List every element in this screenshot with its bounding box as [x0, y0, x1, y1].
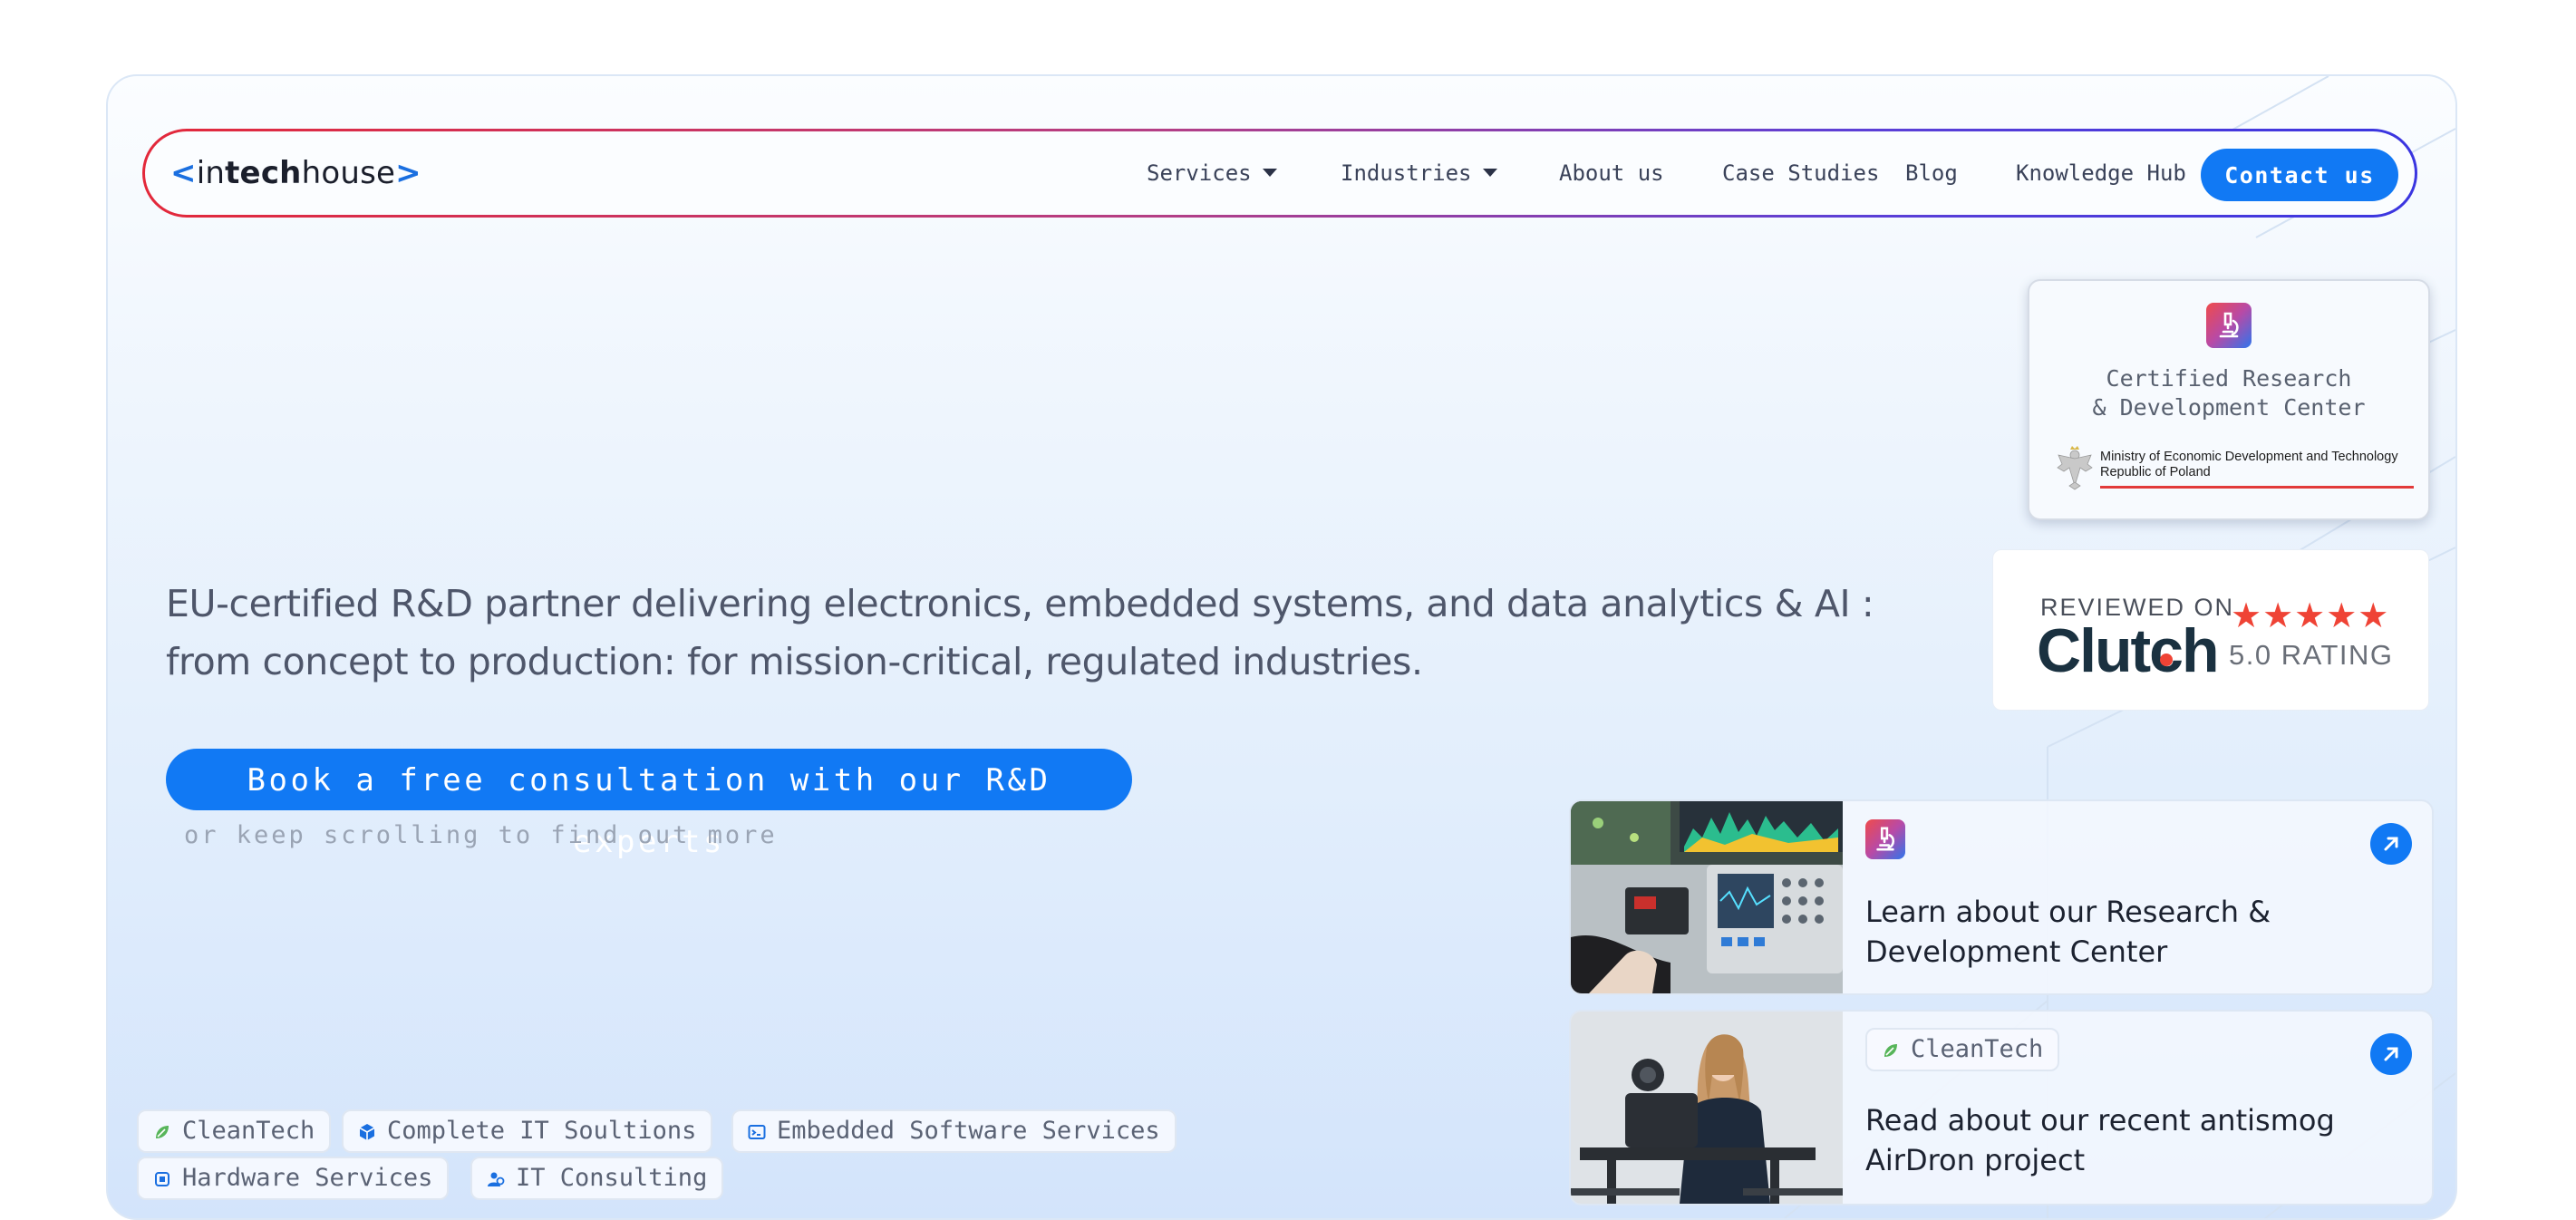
polish-eagle-emblem — [2057, 446, 2093, 490]
airdron-card-line1: Read about our recent antismog — [1865, 1103, 2335, 1138]
chip-embedded-software-services[interactable]: Embedded Software Services — [731, 1109, 1177, 1153]
rd-center-card[interactable]: Learn about our Research & Development C… — [1569, 799, 2434, 995]
airdron-card-line2: AirDron project — [1865, 1143, 2086, 1177]
logo-tech: tech — [225, 155, 302, 191]
chip-icon — [155, 1172, 169, 1186]
chip-complete-it-solutions-label: Complete IT Soultions — [387, 1117, 697, 1145]
leaf-icon — [156, 1126, 169, 1138]
rd-card-line1: Learn about our Research & — [1865, 895, 2271, 929]
nav-knowledge-hub[interactable]: Knowledge Hub — [2016, 157, 2186, 189]
drone-engineer-photo — [1571, 1012, 1843, 1204]
five-stars-icon: ★★★★★ — [2231, 595, 2390, 635]
chevron-down-icon — [1262, 168, 1277, 177]
chip-it-consulting[interactable]: IT Consulting — [470, 1157, 724, 1200]
cert-title: Certified Research & Development Center — [2029, 364, 2428, 422]
rd-card-line2: Development Center — [1865, 934, 2168, 969]
hero-tagline-line2: from concept to production: for mission-… — [166, 640, 1423, 683]
nav-about-us[interactable]: About us — [1559, 157, 1664, 189]
rd-center-card-text: Learn about our Research & Development C… — [1865, 892, 2373, 972]
microscope-icon — [1865, 819, 1905, 859]
nav-services[interactable]: Services — [1147, 157, 1277, 189]
chevron-down-icon — [1482, 168, 1497, 177]
chip-it-consulting-label: IT Consulting — [516, 1164, 708, 1192]
navbar-body: <intechhouse> Services Industries About … — [145, 131, 2415, 215]
clutch-logo-dot — [2160, 654, 2173, 666]
ministry-line2: Republic of Poland — [2100, 465, 2211, 479]
book-consultation-button[interactable]: Book a free consultation with our R&D ex… — [166, 749, 1132, 860]
cert-title-line2: & Development Center — [2092, 394, 2366, 421]
chip-hardware-services-label: Hardware Services — [182, 1164, 433, 1192]
nav-industries-label: Industries — [1341, 160, 1472, 186]
leaf-icon — [1884, 1044, 1897, 1057]
logo-bracket-close: > — [395, 155, 421, 191]
chip-cleantech[interactable]: CleanTech — [137, 1109, 332, 1153]
top-navbar: <intechhouse> Services Industries About … — [142, 129, 2417, 218]
ministry-divider — [2100, 486, 2414, 489]
airdron-project-card[interactable]: CleanTech Read about our recent antismog… — [1569, 1010, 2434, 1205]
arrow-up-right-icon[interactable] — [2370, 823, 2412, 865]
logo-house: house — [301, 155, 396, 191]
scroll-hint: or keep scrolling to find out more — [184, 821, 778, 849]
hero-tagline-line1: EU-certified R&D partner delivering elec… — [166, 582, 1874, 625]
hero-tagline: EU-certified R&D partner delivering elec… — [166, 575, 1888, 691]
users-icon — [488, 1172, 505, 1186]
chip-cleantech-label: CleanTech — [182, 1117, 315, 1145]
arrow-up-right-icon[interactable] — [2370, 1033, 2412, 1075]
nav-industries[interactable]: Industries — [1341, 157, 1497, 189]
cleantech-tag: CleanTech — [1865, 1028, 2060, 1071]
clutch-logo: Clutch — [2037, 616, 2220, 685]
lab-oscilloscope-photo — [1571, 801, 1843, 993]
nav-case-studies[interactable]: Case Studies — [1722, 157, 1879, 189]
cleantech-tag-label: CleanTech — [1911, 1035, 2044, 1063]
logo-bracket-open: < — [170, 155, 197, 191]
nav-blog[interactable]: Blog — [1905, 157, 1958, 189]
cert-title-line1: Certified Research — [2106, 365, 2352, 392]
clutch-rating-badge[interactable]: REVIEWED ON Clutch ★★★★★ 5.0 RATING — [1992, 549, 2429, 711]
chip-embedded-software-services-label: Embedded Software Services — [777, 1117, 1160, 1145]
cube-icon — [359, 1124, 375, 1140]
ministry-text: Ministry of Economic Development and Tec… — [2100, 450, 2417, 480]
certified-rd-badge: Certified Research & Development Center … — [2028, 279, 2430, 520]
chip-complete-it-solutions[interactable]: Complete IT Soultions — [342, 1109, 713, 1153]
nav-services-label: Services — [1147, 160, 1252, 186]
ministry-line1: Ministry of Economic Development and Tec… — [2100, 450, 2398, 464]
airdron-card-text: Read about our recent antismog AirDron p… — [1865, 1100, 2373, 1180]
microscope-icon — [2206, 303, 2252, 348]
logo-in: in — [196, 155, 226, 191]
hero-section: <intechhouse> Services Industries About … — [106, 74, 2457, 1220]
contact-us-button[interactable]: Contact us — [2201, 149, 2398, 201]
chip-hardware-services[interactable]: Hardware Services — [137, 1157, 450, 1200]
intechhouse-logo[interactable]: <intechhouse> — [170, 151, 421, 195]
rating-label: 5.0 RATING — [2229, 639, 2394, 671]
terminal-icon — [748, 1125, 766, 1139]
